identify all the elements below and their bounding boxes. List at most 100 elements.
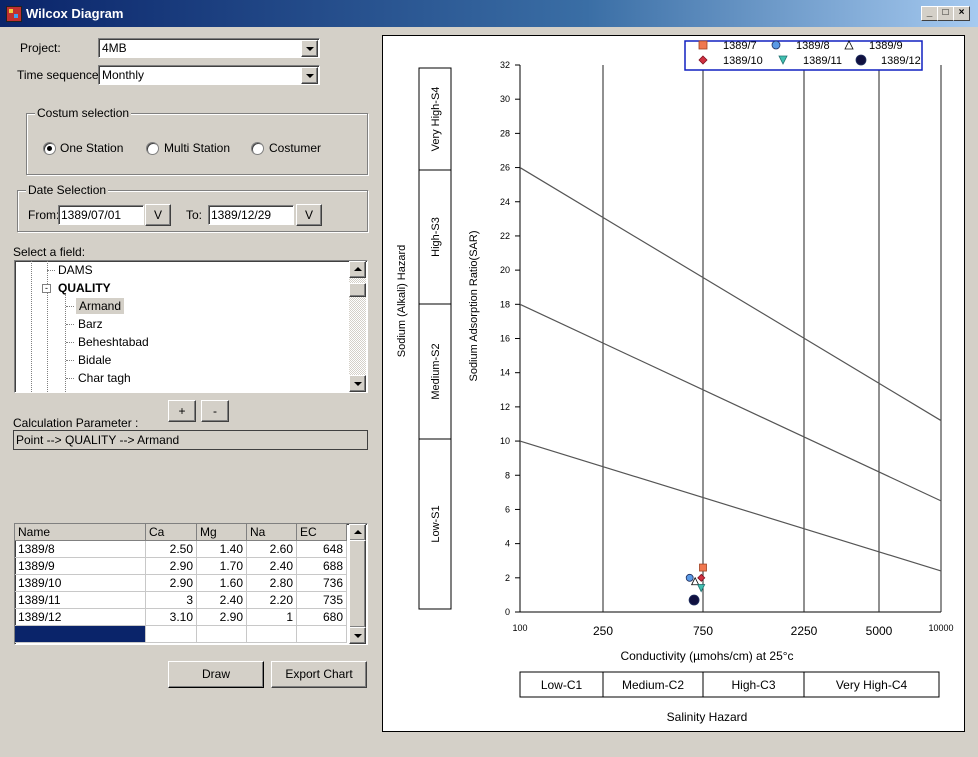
salinity-hazard-title: Salinity Hazard <box>667 710 748 724</box>
cell-ec[interactable]: 735 <box>296 591 347 609</box>
grid-scrollbar[interactable] <box>349 524 366 644</box>
remove-parameter-button[interactable]: - <box>201 400 229 422</box>
cell-ec[interactable] <box>296 625 347 643</box>
one-station-label[interactable]: One Station <box>60 141 123 155</box>
alkali-hazard-title: Sodium (Alkali) Hazard <box>396 245 408 357</box>
cell-mg[interactable]: 1.70 <box>196 557 247 575</box>
cell-mg[interactable]: 1.40 <box>196 540 247 558</box>
column-header-na[interactable]: Na <box>246 524 297 541</box>
table-row-new[interactable] <box>15 625 347 643</box>
cell-ec[interactable]: 648 <box>296 540 347 558</box>
cell-na[interactable]: 2.80 <box>246 574 297 592</box>
project-value: 4MB <box>102 41 127 55</box>
salinity-zone-label: Very High-C4 <box>836 678 908 692</box>
multi-station-label[interactable]: Multi Station <box>164 141 230 155</box>
tree-item-quality[interactable]: QUALITY <box>58 280 111 296</box>
costumer-radio[interactable] <box>251 142 264 155</box>
time-sequence-combo[interactable]: Monthly <box>98 65 320 85</box>
cell-ca[interactable]: 2.50 <box>145 540 197 558</box>
tree-item-armand[interactable]: Armand <box>76 298 125 314</box>
maximize-button[interactable]: □ <box>937 6 954 21</box>
cell-ec[interactable]: 688 <box>296 557 347 575</box>
cell-mg[interactable]: 2.90 <box>196 608 247 626</box>
tree-item-char-tagh[interactable]: Char tagh <box>78 370 131 386</box>
cell-na[interactable]: 1 <box>246 608 297 626</box>
cell-name-selected[interactable] <box>15 625 146 643</box>
cell-ca[interactable]: 3 <box>145 591 197 609</box>
cell-name[interactable]: 1389/12 <box>15 608 146 626</box>
column-header-name[interactable]: Name <box>15 524 146 541</box>
chevron-down-icon[interactable] <box>301 67 318 84</box>
add-parameter-button[interactable]: + <box>168 400 196 422</box>
y-tick-label: 28 <box>500 128 510 138</box>
multi-station-radio[interactable] <box>146 142 159 155</box>
table-row[interactable]: 1389/11 3 2.40 2.20 735 <box>15 591 347 609</box>
project-label: Project: <box>20 41 61 55</box>
minimize-button[interactable]: _ <box>921 6 938 21</box>
y-tick-label: 4 <box>505 539 510 549</box>
legend-marker <box>698 40 708 50</box>
cell-mg[interactable] <box>196 625 247 643</box>
cell-ca[interactable]: 2.90 <box>145 557 197 575</box>
cell-name[interactable]: 1389/9 <box>15 557 146 575</box>
tree-item-barz[interactable]: Barz <box>78 316 103 332</box>
cell-ca[interactable]: 2.90 <box>145 574 197 592</box>
cell-ca[interactable]: 3.10 <box>145 608 197 626</box>
scroll-thumb[interactable] <box>349 540 366 628</box>
to-date-input[interactable]: 1389/12/29 <box>208 205 294 225</box>
x-tick-label: 5000 <box>866 624 893 638</box>
to-date-value: 1389/12/29 <box>211 208 272 222</box>
column-header-ca[interactable]: Ca <box>145 524 197 541</box>
collapse-icon[interactable]: - <box>42 284 51 293</box>
cell-name[interactable]: 1389/8 <box>15 540 146 558</box>
scroll-up-icon[interactable] <box>349 524 366 541</box>
from-date-picker-button[interactable]: V <box>145 204 171 226</box>
cell-na[interactable]: 2.40 <box>246 557 297 575</box>
field-tree[interactable]: DAMS - QUALITY Armand Barz Beheshtabad B… <box>14 260 368 393</box>
to-label: To: <box>186 208 203 222</box>
table-row[interactable]: 1389/9 2.90 1.70 2.40 688 <box>15 557 347 575</box>
data-grid[interactable]: Name Ca Mg Na EC 1389/8 2.50 1.40 2.60 6… <box>14 523 368 645</box>
tree-scrollbar[interactable] <box>349 261 366 392</box>
scroll-up-icon[interactable] <box>349 261 366 278</box>
scroll-down-icon[interactable] <box>349 627 366 644</box>
scroll-down-icon[interactable] <box>349 375 366 392</box>
table-row[interactable]: 1389/8 2.50 1.40 2.60 648 <box>15 540 347 558</box>
x-axis-title: Conductivity (µmohs/cm) at 25°c <box>620 649 793 663</box>
cell-ec[interactable]: 680 <box>296 608 347 626</box>
scroll-thumb[interactable] <box>349 283 366 297</box>
costumer-label[interactable]: Costumer <box>269 141 321 155</box>
cell-name[interactable]: 1389/11 <box>15 591 146 609</box>
table-row[interactable]: 1389/10 2.90 1.60 2.80 736 <box>15 574 347 592</box>
export-chart-button[interactable]: Export Chart <box>271 661 367 688</box>
cell-mg[interactable]: 2.40 <box>196 591 247 609</box>
column-header-mg[interactable]: Mg <box>196 524 247 541</box>
column-header-ec[interactable]: EC <box>296 524 347 541</box>
cell-mg[interactable]: 1.60 <box>196 574 247 592</box>
cell-na[interactable] <box>246 625 297 643</box>
x-tick-label: 10000 <box>928 623 953 633</box>
tree-item-dams[interactable]: DAMS <box>58 262 93 278</box>
y-tick-label: 24 <box>500 197 510 207</box>
cell-ca[interactable] <box>145 625 197 643</box>
tree-item-beheshtabad[interactable]: Beheshtabad <box>78 334 149 350</box>
cell-na[interactable]: 2.60 <box>246 540 297 558</box>
table-row[interactable]: 1389/12 3.10 2.90 1 680 <box>15 608 347 626</box>
y-tick-label: 6 <box>505 504 510 514</box>
time-sequence-label: Time sequence: <box>17 68 102 82</box>
cell-ec[interactable]: 736 <box>296 574 347 592</box>
one-station-radio[interactable] <box>43 142 56 155</box>
to-date-picker-button[interactable]: V <box>296 204 322 226</box>
from-date-input[interactable]: 1389/07/01 <box>58 205 144 225</box>
data-point <box>685 573 694 582</box>
title-bar <box>0 0 978 27</box>
tree-item-bidale[interactable]: Bidale <box>78 352 111 368</box>
y-tick-label: 12 <box>500 402 510 412</box>
close-button[interactable]: × <box>953 6 970 21</box>
cell-na[interactable]: 2.20 <box>246 591 297 609</box>
cell-name[interactable]: 1389/10 <box>15 574 146 592</box>
y-tick-label: 22 <box>500 231 510 241</box>
project-combo[interactable]: 4MB <box>98 38 320 58</box>
draw-button[interactable]: Draw <box>168 661 264 688</box>
chevron-down-icon[interactable] <box>301 40 318 57</box>
